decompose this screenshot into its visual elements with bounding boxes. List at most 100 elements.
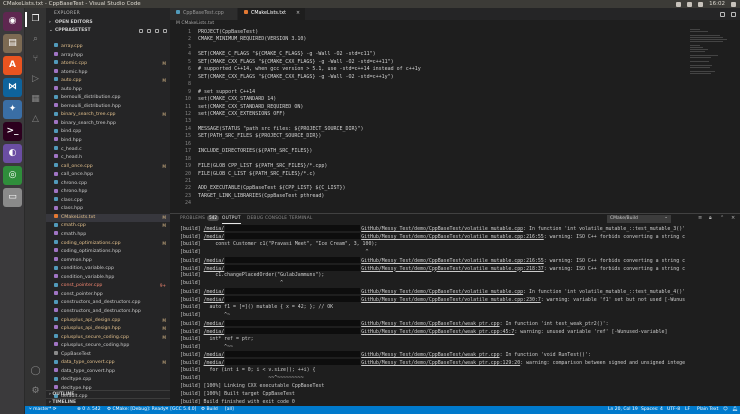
file-item[interactable]: const_pointer.cpp 9+	[46, 282, 170, 291]
extensions-icon[interactable]: ▦	[30, 94, 41, 105]
feedback-icon[interactable]: ☺	[723, 406, 728, 414]
output-path-link[interactable]: /media/	[204, 321, 225, 327]
output-path-link[interactable]: GitHub/Messy_Test/demo/CppBaseTest/volat…	[361, 297, 541, 303]
file-item[interactable]: bind.cpp	[46, 128, 170, 137]
file-item[interactable]: c_head.h	[46, 154, 170, 163]
file-item[interactable]: cplusplus_api_design.cpp M	[46, 316, 170, 326]
file-item[interactable]: CMakeLists.txt M	[46, 213, 170, 223]
file-item[interactable]: constructors_and_destructors.cpp	[46, 299, 170, 308]
output-path-link[interactable]: GitHub/Messy_Test/demo/CppBaseTest/volat…	[361, 289, 523, 295]
open-editors-section[interactable]: › OPEN EDITORS	[46, 19, 170, 27]
file-item[interactable]: binary_search_tree.hpp	[46, 120, 170, 129]
file-item[interactable]: auto.hpp	[46, 86, 170, 95]
indentation[interactable]: Spaces: 4	[641, 406, 663, 414]
search-icon[interactable]: ⌕	[30, 34, 41, 45]
file-item[interactable]: constructors_and_destructors.hpp	[46, 308, 170, 317]
cmake-kit[interactable]: ✕ [GCC 5.4.0]	[165, 406, 196, 414]
terminal-icon[interactable]: >_	[3, 122, 22, 141]
output-path-link[interactable]: /media/	[204, 234, 225, 240]
account-icon[interactable]: ◯	[30, 366, 41, 377]
file-item[interactable]: array.cpp	[46, 43, 170, 52]
file-item[interactable]: coding_optimizations.hpp	[46, 248, 170, 257]
file-item[interactable]: chrono.hpp	[46, 188, 170, 197]
sync-icon[interactable]: ⟳	[53, 407, 57, 412]
close-icon[interactable]: ×	[296, 8, 300, 20]
build-target[interactable]: [all]	[225, 406, 234, 414]
new-file-icon[interactable]	[139, 29, 143, 33]
tab-output[interactable]: OUTPUT	[222, 214, 241, 224]
language-mode[interactable]: Plain Text	[697, 406, 718, 414]
output-path-link[interactable]: GitHub/Messy_Test/demo/CppBaseTest/volat…	[361, 266, 544, 272]
files-icon[interactable]: ▤	[3, 34, 22, 53]
file-item[interactable]: chrono.cpp	[46, 180, 170, 189]
keyboard-icon[interactable]	[687, 1, 693, 7]
split-editor-icon[interactable]	[720, 11, 725, 17]
file-item[interactable]: data_type_convert.cpp M	[46, 359, 170, 368]
file-item[interactable]: atomic.hpp	[46, 68, 170, 78]
output-channel-select[interactable]: CMake/Build	[607, 214, 671, 223]
file-item[interactable]: data_type_convert.hpp	[46, 368, 170, 377]
tab-debug-console[interactable]: DEBUG CONSOLE	[247, 214, 287, 224]
build-button[interactable]: ⚙ Build	[201, 406, 218, 414]
cmake-status[interactable]: ⚙ CMake: [Debug]: Ready	[107, 406, 166, 414]
file-item[interactable]: class.hpp	[46, 205, 170, 214]
file-item[interactable]: cplusplus_secure_coding.cpp M	[46, 333, 170, 343]
file-item[interactable]: condition_variable.cpp	[46, 265, 170, 274]
breadcrumb[interactable]: M CMakeLists.txt	[170, 20, 740, 28]
maximize-panel-icon[interactable]: ⌃	[720, 215, 725, 221]
settings-gear-icon[interactable]: ⚙	[30, 386, 41, 397]
file-item[interactable]: array.hpp	[46, 51, 170, 61]
file-item[interactable]: class.cpp	[46, 197, 170, 206]
file-item[interactable]: const_pointer.hpp	[46, 291, 170, 300]
output-path-link[interactable]: /media/	[204, 289, 225, 295]
output-path-link[interactable]: /media/	[204, 226, 225, 232]
file-item[interactable]: bernoulli_distribution.hpp	[46, 103, 170, 112]
file-item[interactable]: common.hpp	[46, 256, 170, 266]
network-icon[interactable]	[676, 1, 682, 7]
outline-section[interactable]: › OUTLINE	[46, 390, 170, 398]
file-item[interactable]: decltype.cpp	[46, 376, 170, 385]
volume-icon[interactable]	[698, 1, 704, 7]
close-panel-icon[interactable]: ×	[731, 215, 736, 221]
tab-terminal[interactable]: TERMINAL	[289, 214, 312, 224]
clock[interactable]: 16:02	[709, 0, 725, 8]
timeline-section[interactable]: › TIMELINE	[46, 398, 170, 406]
end-of-line[interactable]: LF	[685, 406, 690, 414]
output-path-link[interactable]: GitHub/Messy_Test/demo/CppBaseTest/weak_…	[361, 321, 499, 327]
project-section[interactable]: ⌄ CPPBASETEST	[46, 27, 170, 35]
qtcreator-icon[interactable]: ◐	[3, 144, 22, 163]
output-path-link[interactable]: GitHub/Messy_Test/demo/CppBaseTest/volat…	[361, 234, 544, 240]
tab-problems[interactable]: PROBLEMS 542	[180, 214, 220, 224]
output-path-link[interactable]: /media/	[204, 360, 225, 366]
refresh-icon[interactable]	[155, 29, 159, 33]
tab-editor-0[interactable]: CppBaseTest.cpp	[170, 8, 238, 20]
file-item[interactable]: coding_optimizations.cpp M	[46, 239, 170, 249]
cmake-icon[interactable]: △	[30, 114, 41, 125]
file-item[interactable]: call_once.hpp	[46, 171, 170, 180]
output-path-link[interactable]: /media/	[204, 329, 225, 335]
encoding[interactable]: UTF-8	[667, 406, 680, 414]
new-folder-icon[interactable]	[147, 29, 151, 33]
file-item[interactable]: auto.cpp M	[46, 77, 170, 86]
list-filter-icon[interactable]: ≡	[698, 215, 703, 221]
code-editor[interactable]: 1 PROJECT(CppBaseTest) 2 CMAKE_MINIMUM_REQU…	[170, 29, 740, 213]
more-actions-icon[interactable]	[731, 11, 736, 17]
minimap[interactable]	[690, 29, 730, 89]
file-item[interactable]: CppBaseTest	[46, 350, 170, 360]
explorer-icon[interactable]: ❐	[25, 12, 41, 27]
app-icon[interactable]: ✦	[3, 100, 22, 119]
source-control-icon[interactable]: ⑂	[30, 54, 41, 65]
power-icon[interactable]	[731, 1, 736, 7]
lock-icon[interactable]: 🔒︎	[709, 215, 714, 221]
output-path-link[interactable]: /media/	[204, 352, 225, 358]
file-item[interactable]: cmath.hpp	[46, 231, 170, 240]
output-path-link[interactable]: GitHub/Messy_Test/demo/CppBaseTest/volat…	[361, 226, 523, 232]
file-item[interactable]: cplusplus_secure_coding.hpp	[46, 342, 170, 351]
notifications-icon[interactable]: 🔔︎	[732, 406, 738, 414]
file-item[interactable]: bind.hpp	[46, 137, 170, 146]
debug-icon[interactable]: ▷	[30, 74, 41, 85]
file-item[interactable]: c_head.c	[46, 145, 170, 155]
output-path-link[interactable]: GitHub/Messy_Test/demo/CppBaseTest/weak_…	[361, 360, 520, 366]
file-item[interactable]: condition_variable.hpp	[46, 274, 170, 283]
output-path-link[interactable]: /media/	[204, 258, 225, 264]
